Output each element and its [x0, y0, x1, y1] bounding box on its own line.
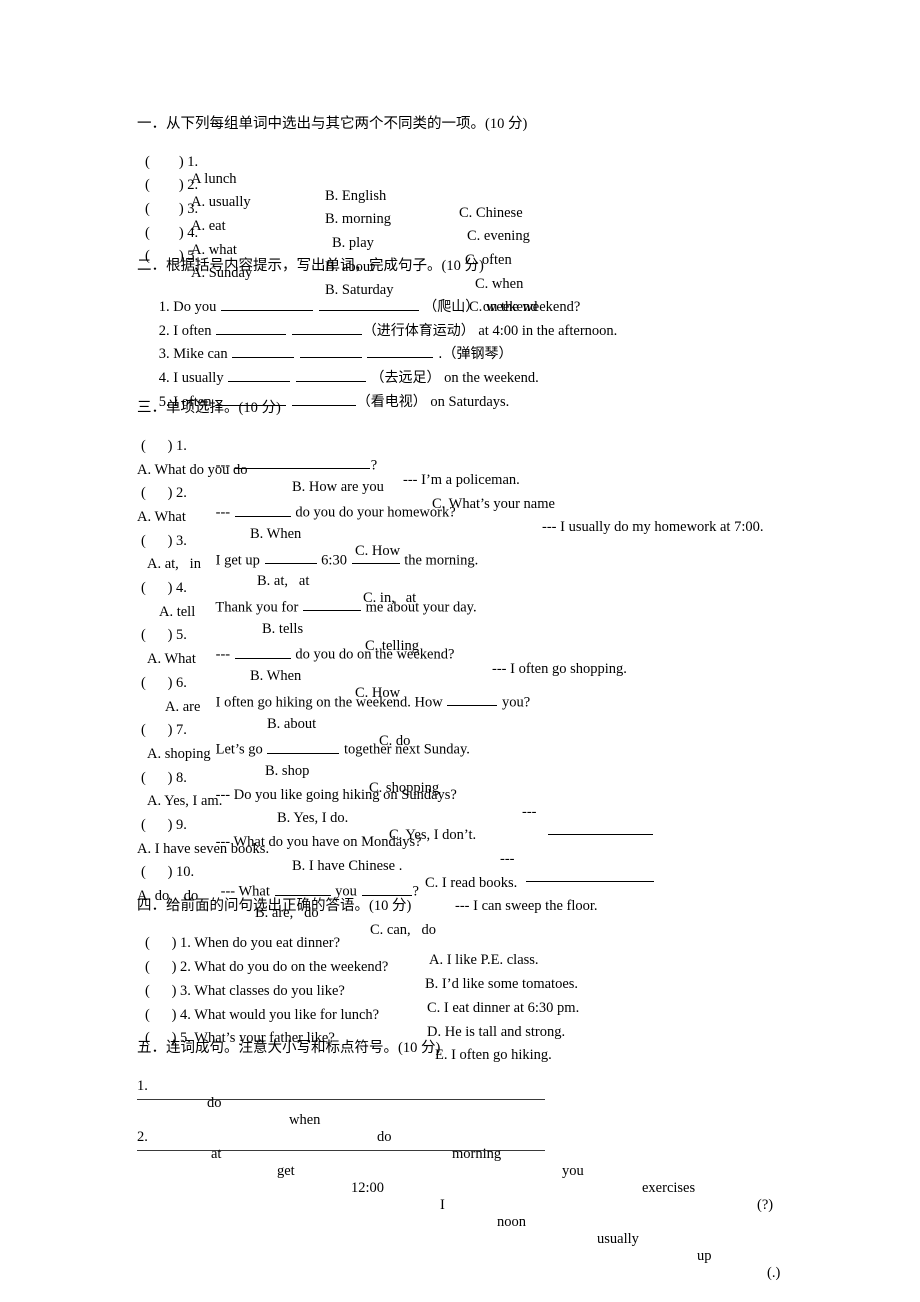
scrambled-word[interactable]: at — [211, 1146, 221, 1163]
scrambled-word[interactable]: do — [207, 1095, 222, 1112]
section-two-item: 2. I often （进行体育运动） at 4:00 in the after… — [137, 303, 837, 339]
section-four-item: ( ) 3. What classes do you like? C. I ea… — [137, 966, 837, 1016]
section-one-item: ( ) 5. A. Sunday B. Saturday C. weekend — [137, 231, 837, 315]
scrambled-word[interactable]: morning — [452, 1146, 501, 1163]
sentence-prefix: 5. I often — [158, 393, 216, 410]
section-four-item: ( ) 4. What would you like for lunch? D.… — [137, 990, 837, 1040]
section-three-options: A. What do you do B. How are you C. What… — [137, 445, 837, 512]
scrambled-word[interactable]: noon — [497, 1214, 526, 1231]
section-three-item: ( ) 10. --- What you ? --- I can sweep t… — [137, 847, 837, 914]
worksheet-content: 一．从下列每组单词中选出与其它两个不同类的一项。(10 分) ( ) 1. A … — [137, 113, 837, 1281]
section-one-item: ( ) 3. A. eat B. play C. often — [137, 184, 837, 268]
section-three-options: A. at, in B. at, at C. in, at — [137, 539, 837, 606]
scrambled-word[interactable]: I — [440, 1197, 445, 1214]
scrambled-word[interactable]: you — [562, 1163, 584, 1180]
section-three-item: ( ) 9. --- What do you have on Mondays? … — [137, 800, 837, 883]
section-one-heading: 一．从下列每组单词中选出与其它两个不同类的一项。(10 分) — [137, 116, 528, 132]
section-three-options: A. are B. about C. do — [137, 682, 837, 749]
item-number: 2. — [137, 1128, 148, 1145]
section-four-item: ( ) 5. What’s your father like? E. I oft… — [137, 1013, 837, 1063]
scrambled-word[interactable]: 12:00 — [351, 1180, 384, 1197]
section-three-item: ( ) 7. Let’s go together next Sunday. — [137, 705, 837, 757]
option-b[interactable]: B. about — [325, 259, 374, 276]
section-five-item: 2. at get 12:00 I noon usually up (.) — [137, 1112, 837, 1281]
section-three-options: A. shoping B. shop C. shopping — [137, 729, 837, 796]
section-three-item: ( ) 4. Thank you for me about your day. — [137, 563, 837, 615]
question-text[interactable]: ( ) 5. What’s your father like? — [145, 1030, 335, 1047]
section-two-item: 1. Do you （爬山） on the weekend? — [137, 279, 837, 315]
section-three-options: A. Yes, I am. B. Yes, I do. C. Yes, I do… — [137, 776, 837, 843]
answer-text: --- I can sweep the floor. — [455, 898, 598, 915]
worksheet-page: 一．从下列每组单词中选出与其它两个不同类的一项。(10 分) ( ) 1. A … — [0, 0, 920, 1302]
section-one-item: ( ) 1. A lunch B. English C. Chinese — [137, 137, 837, 221]
section-three-options: A. What B. When C. How — [137, 492, 837, 559]
section-three-item: ( ) 8. --- Do you like going hiking on S… — [137, 753, 837, 835]
section-three-item: ( ) 5. --- do you do on the weekend? ---… — [137, 610, 837, 677]
section-five-item: 1. do when do morning you exercises (?) — [137, 1061, 837, 1213]
hint-chinese: （看电视） — [356, 393, 427, 410]
scrambled-word[interactable]: (?) — [757, 1197, 773, 1214]
section-three-item: ( ) 2. --- do you do your homework? --- … — [137, 468, 837, 535]
section-four-item: ( ) 1. When do you eat dinner? A. I like… — [137, 918, 837, 968]
fill-blank[interactable] — [216, 391, 287, 406]
section-three-options: A. tell B. tells C. telling — [137, 587, 837, 654]
section-three-options: A. What B. When C. How — [137, 634, 837, 701]
item-number: 1. — [137, 1077, 148, 1094]
section-three-options: A. do, do B. are, do C. can, do — [137, 871, 837, 938]
answer-paren[interactable]: ( ) 5. — [145, 248, 198, 265]
scrambled-word[interactable]: up — [697, 1248, 712, 1265]
fill-blank[interactable] — [291, 391, 356, 406]
section-two-item: 4. I usually （去远足） on the weekend. — [137, 350, 837, 386]
scrambled-word[interactable]: exercises — [642, 1180, 695, 1197]
option-a[interactable]: A. do, do — [137, 888, 198, 905]
section-three-item: ( ) 1. --- ? --- I’m a policeman. — [137, 421, 837, 488]
scrambled-word[interactable]: get — [277, 1163, 295, 1180]
scrambled-word[interactable]: usually — [597, 1231, 639, 1248]
section-three-item: ( ) 3. I get up 6:30 the morning. — [141, 532, 479, 569]
section-three-item: ( ) 6. I often go hiking on the weekend.… — [137, 658, 837, 710]
scrambled-word[interactable]: (.) — [767, 1265, 780, 1282]
section-one-item: ( ) 2. A. usually B. morning C. evening — [137, 160, 837, 244]
section-three-options: A. I have seven books. B. I have Chinese… — [137, 824, 837, 891]
section-two-item: 5. I often （看电视） on Saturdays. — [137, 374, 837, 410]
section-one-item: ( ) 4. A. what B. about C. when — [137, 208, 837, 292]
section-two-item: 3. Mike can .（弹钢琴） — [137, 326, 837, 362]
section-four-item: ( ) 2. What do you do on the weekend? B.… — [137, 942, 837, 992]
sentence-suffix: on Saturdays. — [426, 393, 510, 410]
